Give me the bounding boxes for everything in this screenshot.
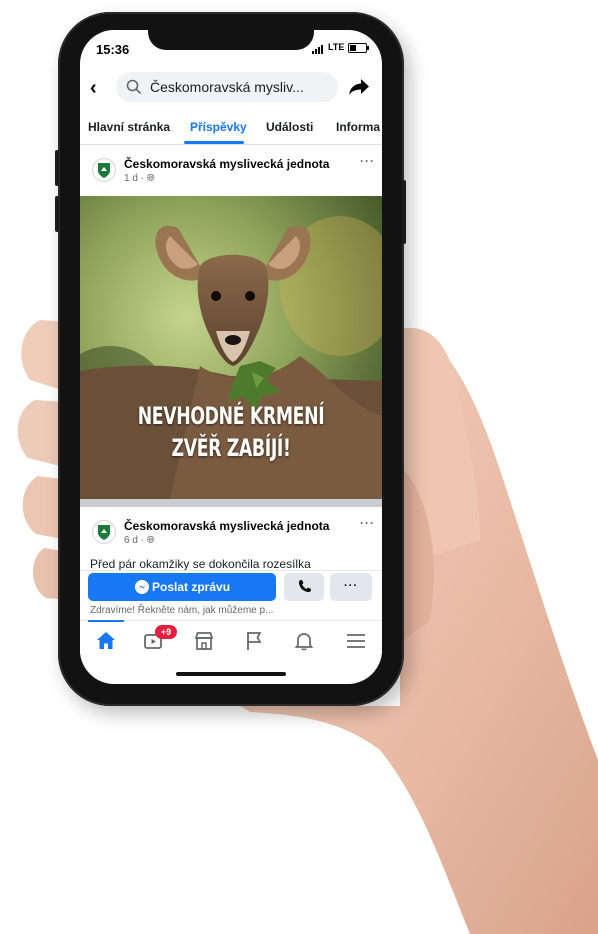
- send-message-label: Poslat zprávu: [152, 580, 231, 594]
- battery-icon: [348, 43, 369, 53]
- power-button: [402, 180, 406, 244]
- search-row: ‹ Českomoravská mysliv...: [80, 70, 382, 106]
- search-query: Českomoravská mysliv...: [150, 79, 304, 95]
- post-meta: 1 d · 🌐︎: [124, 173, 155, 184]
- active-tab-indicator: [184, 141, 244, 144]
- globe-icon: 🌐︎: [146, 173, 155, 184]
- marketplace-icon[interactable]: [192, 629, 216, 653]
- post-options-icon[interactable]: ···: [360, 154, 375, 168]
- call-button[interactable]: [284, 573, 324, 601]
- active-nav-indicator: [88, 620, 124, 622]
- photo-headline-line1: NEVHODNÉ KRMENÍ: [137, 402, 325, 430]
- more-actions-button[interactable]: ···: [330, 573, 372, 601]
- phone-screen: 15:36 LTE ‹ Českomoravská mysliv... Hlav…: [80, 30, 382, 684]
- post-options-icon[interactable]: ···: [360, 516, 375, 530]
- tab-home[interactable]: Hlavní stránka: [88, 120, 170, 134]
- post-separator: [80, 499, 382, 507]
- logo-icon: [98, 163, 110, 178]
- volume-button: [55, 150, 59, 186]
- phone-icon: [299, 580, 311, 592]
- photo-headline-line2: ZVĚŘ ZABÍJÍ!: [171, 434, 291, 462]
- volume-button: [55, 196, 59, 232]
- send-message-button[interactable]: Poslat zprávu: [88, 573, 276, 601]
- home-indicator[interactable]: [176, 672, 286, 676]
- post-author[interactable]: Českomoravská myslivecká jednota: [124, 519, 329, 533]
- post-author[interactable]: Českomoravská myslivecká jednota: [124, 157, 329, 171]
- network-label: LTE: [328, 42, 345, 52]
- tab-posts[interactable]: Příspěvky: [190, 120, 247, 134]
- page-avatar[interactable]: [92, 520, 116, 544]
- status-bar: 15:36 LTE: [80, 30, 382, 64]
- bottom-nav: +9: [80, 620, 382, 661]
- tab-info[interactable]: Informa: [336, 120, 380, 134]
- search-icon: [126, 79, 141, 94]
- signal-icon: [312, 44, 323, 54]
- home-icon[interactable]: [94, 629, 118, 653]
- greeting-text: Zdravíme! Řekněte nám, jak můžeme p...: [90, 605, 274, 616]
- messenger-icon: [135, 580, 149, 594]
- flag-icon[interactable]: [242, 629, 266, 653]
- post-photo[interactable]: NEVHODNÉ KRMENÍ ZVĚŘ ZABÍJÍ!: [80, 196, 382, 499]
- bell-icon[interactable]: [292, 629, 316, 653]
- page-action-bar: Poslat zprávu ··· Zdravíme! Řekněte nám,…: [80, 570, 382, 619]
- search-input[interactable]: Českomoravská mysliv...: [116, 72, 338, 102]
- logo-icon: [98, 525, 110, 540]
- post-time: 6 d ·: [124, 535, 147, 546]
- tab-events[interactable]: Události: [266, 120, 313, 134]
- page-tabs: Hlavní stránka Příspěvky Události Inform…: [80, 114, 382, 145]
- page-avatar[interactable]: [92, 158, 116, 182]
- status-time: 15:36: [96, 42, 130, 57]
- post-meta: 6 d · 🌐︎: [124, 535, 155, 546]
- globe-icon: 🌐︎: [146, 535, 155, 546]
- post-text: Před pár okamžiky se dokončila rozesílka: [90, 557, 311, 571]
- back-icon[interactable]: ‹: [90, 78, 97, 98]
- post-time: 1 d ·: [124, 173, 147, 184]
- video-badge: +9: [155, 625, 177, 639]
- menu-icon[interactable]: [344, 629, 368, 653]
- share-icon[interactable]: [348, 77, 370, 97]
